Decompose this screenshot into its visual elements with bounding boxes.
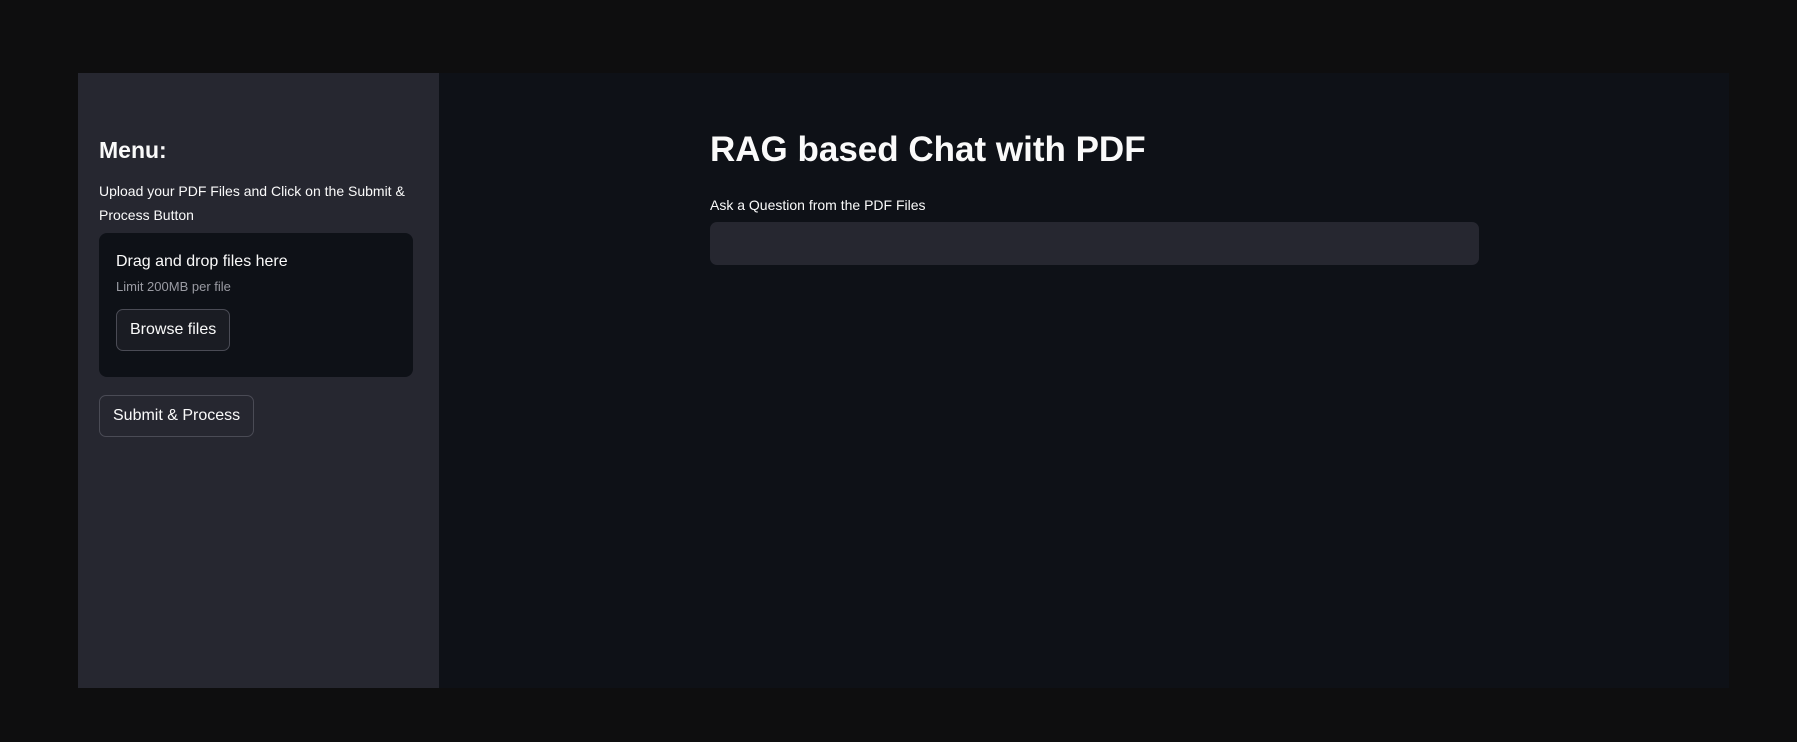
file-upload-dropzone[interactable]: Drag and drop files here Limit 200MB per… xyxy=(99,233,413,377)
sidebar-title: Menu: xyxy=(99,137,167,163)
sidebar: Menu: Upload your PDF Files and Click on… xyxy=(78,73,439,688)
dropzone-title: Drag and drop files here xyxy=(116,253,288,270)
question-label: Ask a Question from the PDF Files xyxy=(710,197,926,213)
page-title: RAG based Chat with PDF xyxy=(710,130,1146,169)
question-input[interactable] xyxy=(710,222,1479,265)
main-content: RAG based Chat with PDF Ask a Question f… xyxy=(439,73,1729,688)
browse-files-button[interactable]: Browse files xyxy=(116,309,231,351)
upload-instructions: Upload your PDF Files and Click on the S… xyxy=(99,183,405,223)
submit-process-button[interactable]: Submit & Process xyxy=(99,395,255,437)
dropzone-limit-text: Limit 200MB per file xyxy=(116,279,231,294)
app-window: Menu: Upload your PDF Files and Click on… xyxy=(78,73,1729,688)
